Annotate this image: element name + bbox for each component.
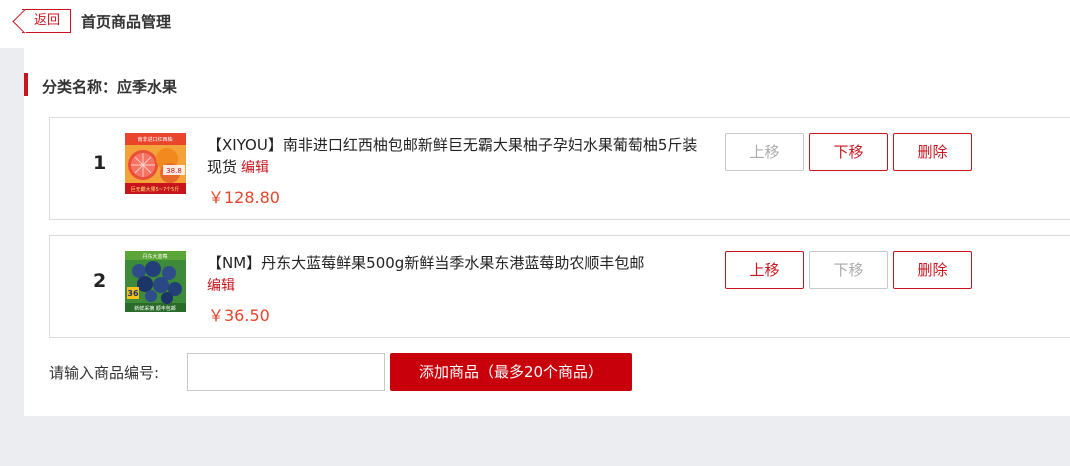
svg-text:新鲜采摘 顺丰包邮: 新鲜采摘 顺丰包邮 [134, 305, 176, 312]
product-price: ￥36.50 [208, 306, 270, 325]
category-title: 分类名称：应季水果 [42, 78, 178, 96]
product-index: 1 [93, 152, 107, 174]
top-bar: 返回 首页商品管理 [0, 0, 1070, 48]
product-card: 1 38.8 南非进口红西柚 巨无霸大果5~7个5斤 【XIYOU】南非进口红西… [49, 117, 1070, 220]
svg-text:南非进口红西柚: 南非进口红西柚 [137, 136, 172, 143]
svg-text:巨无霸大果5~7个5斤: 巨无霸大果5~7个5斤 [131, 186, 180, 193]
product-price: ￥128.80 [208, 188, 280, 207]
product-code-input[interactable] [187, 353, 385, 391]
move-down-button[interactable]: 下移 [809, 133, 888, 171]
back-button[interactable]: 返回 [22, 9, 71, 33]
blueberry-image: 36 丹东大蓝莓 新鲜采摘 顺丰包邮 [125, 251, 186, 312]
svg-text:36: 36 [127, 289, 139, 298]
grapefruit-image: 38.8 南非进口红西柚 巨无霸大果5~7个5斤 [125, 133, 186, 194]
product-index: 2 [93, 270, 107, 292]
back-button-label: 返回 [34, 13, 61, 28]
svg-text:丹东大蓝莓: 丹东大蓝莓 [142, 253, 167, 260]
move-up-button[interactable]: 上移 [725, 251, 804, 289]
category-accent-bar [24, 73, 28, 96]
add-product-button[interactable]: 添加商品（最多20个商品） [390, 353, 632, 391]
delete-button[interactable]: 删除 [893, 133, 972, 171]
svg-text:38.8: 38.8 [166, 167, 182, 175]
product-code-label: 请输入商品编号: [49, 364, 160, 382]
page-title: 首页商品管理 [81, 13, 172, 31]
product-name[interactable]: 【XIYOU】南非进口红西柚包邮新鲜巨无霸大果柚子孕妇水果葡萄柚5斤装现货 编辑 [207, 134, 707, 179]
delete-button[interactable]: 删除 [893, 251, 972, 289]
move-up-button[interactable]: 上移 [725, 133, 804, 171]
product-thumbnail-blueberry[interactable]: 36 丹东大蓝莓 新鲜采摘 顺丰包邮 [125, 251, 186, 312]
product-name-text: 【NM】丹东大蓝莓鲜果500g新鲜当季水果东港蓝莓助农顺丰包邮 [207, 254, 645, 272]
edit-link[interactable]: 编辑 [207, 278, 235, 294]
edit-link[interactable]: 编辑 [241, 160, 269, 176]
product-name[interactable]: 【NM】丹东大蓝莓鲜果500g新鲜当季水果东港蓝莓助农顺丰包邮 编辑 [207, 252, 707, 297]
product-thumbnail-grapefruit[interactable]: 38.8 南非进口红西柚 巨无霸大果5~7个5斤 [125, 133, 186, 194]
product-name-text: 【XIYOU】南非进口红西柚包邮新鲜巨无霸大果柚子孕妇水果葡萄柚5斤装现货 [207, 136, 698, 176]
product-card: 2 36 丹东大蓝莓 新鲜采摘 顺丰包邮 【NM】丹东大蓝莓鲜果500g新鲜当季… [49, 235, 1070, 338]
move-down-button[interactable]: 下移 [809, 251, 888, 289]
